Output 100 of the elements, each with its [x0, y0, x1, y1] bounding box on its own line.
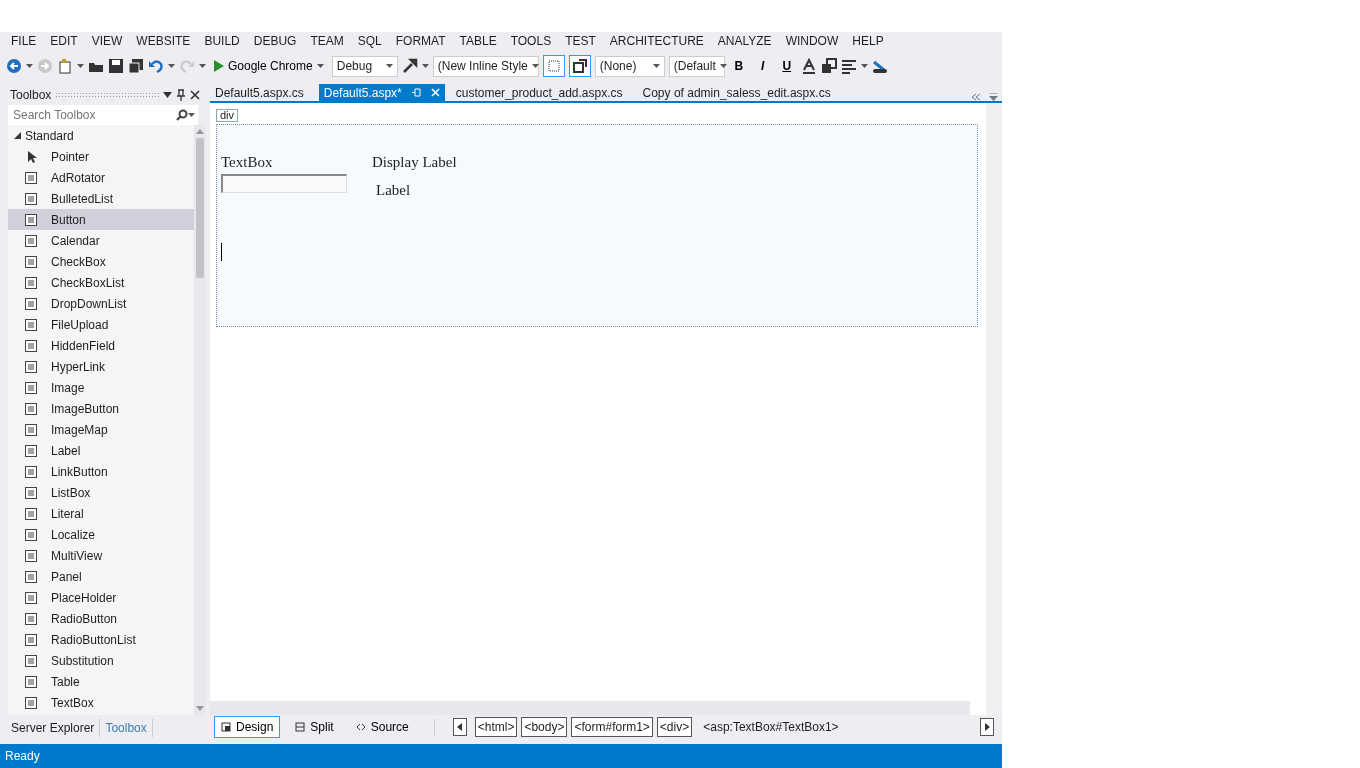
- menu-item[interactable]: WINDOW: [778, 33, 846, 49]
- control-list-item[interactable]: PlaceHolder: [8, 587, 194, 608]
- control-list-item[interactable]: CheckBox: [8, 251, 194, 272]
- tool-window-tab[interactable]: Toolbox: [100, 719, 153, 737]
- control-list-item[interactable]: Localize: [8, 524, 194, 545]
- menu-item[interactable]: FORMAT: [388, 33, 453, 49]
- control-list-item[interactable]: Table: [8, 671, 194, 692]
- layer-icon[interactable]: [820, 58, 837, 74]
- control-list-item[interactable]: ImageButton: [8, 398, 194, 419]
- group-header[interactable]: Standard: [8, 125, 194, 146]
- view-tab[interactable]: Design: [214, 716, 281, 738]
- control-list-item[interactable]: Image: [8, 377, 194, 398]
- control-icon: [25, 633, 37, 646]
- menu-item[interactable]: TOOLS: [503, 33, 559, 49]
- font-color-icon[interactable]: [800, 58, 817, 74]
- control-list-item[interactable]: DropDownList: [8, 293, 194, 314]
- document-tab[interactable]: Default5.aspx.cs: [210, 84, 309, 101]
- control-icon: [25, 507, 37, 520]
- control-list-item[interactable]: Literal: [8, 503, 194, 524]
- target-rule-dropdown[interactable]: (None): [594, 55, 665, 77]
- scrollbar[interactable]: [194, 125, 206, 715]
- item-label: Localize: [51, 526, 96, 544]
- menu-item[interactable]: HELP: [845, 33, 891, 49]
- control-list-item[interactable]: ImageMap: [8, 419, 194, 440]
- cursor-icon: [25, 150, 37, 163]
- dropdown-arrow-icon[interactable]: [163, 91, 172, 98]
- menu-item[interactable]: VIEW: [84, 33, 130, 49]
- bold-button[interactable]: B: [728, 55, 749, 77]
- underline-button[interactable]: U: [776, 55, 797, 77]
- display-label: Display Label: [372, 153, 457, 172]
- save-all-icon[interactable]: [128, 58, 144, 74]
- overflow-icon[interactable]: [971, 93, 981, 101]
- menu-item[interactable]: TEAM: [303, 33, 351, 49]
- view-tab[interactable]: Split: [288, 716, 341, 738]
- menu-item[interactable]: SQL: [350, 33, 389, 49]
- caret-icon: [188, 113, 195, 117]
- run-button[interactable]: Google Chrome: [210, 55, 328, 77]
- control-list-item[interactable]: FileUpload: [8, 314, 194, 335]
- control-icon: [25, 612, 37, 625]
- breadcrumb-tag[interactable]: <html>: [474, 717, 518, 737]
- control-list-item[interactable]: Button: [8, 209, 194, 230]
- item-label: Pointer: [51, 148, 90, 166]
- menu-item[interactable]: ARCHITECTURE: [602, 33, 711, 49]
- control-list-item[interactable]: CheckBoxList: [8, 272, 194, 293]
- control-icon: [25, 591, 37, 604]
- horizontal-scrollbar[interactable]: [210, 701, 970, 715]
- scroll-left-button[interactable]: [452, 718, 467, 736]
- control-list-item[interactable]: HiddenField: [8, 335, 194, 356]
- breadcrumb-tag[interactable]: <body>: [521, 717, 568, 737]
- control-list-item[interactable]: AdRotator: [8, 167, 194, 188]
- back-icon[interactable]: [6, 58, 22, 74]
- control-list-item[interactable]: RadioButton: [8, 608, 194, 629]
- save-icon[interactable]: [108, 58, 124, 74]
- control-list-item[interactable]: Label: [8, 440, 194, 461]
- font-dropdown[interactable]: (Default: [668, 55, 725, 77]
- menu-item[interactable]: TEST: [558, 33, 603, 49]
- toggle-button[interactable]: [542, 55, 565, 77]
- scrollbar-thumb[interactable]: [196, 138, 204, 278]
- control-list-item[interactable]: RadioButtonList: [8, 629, 194, 650]
- search-icon[interactable]: [176, 109, 188, 121]
- tool-window-tab[interactable]: Server Explorer: [6, 719, 101, 737]
- control-list-item[interactable]: TextBox: [8, 692, 194, 713]
- control-icon: [25, 675, 37, 688]
- view-tab[interactable]: Source: [348, 716, 416, 738]
- control-icon: [25, 465, 37, 478]
- align-icon[interactable]: [840, 58, 857, 74]
- control-list-item[interactable]: ListBox: [8, 482, 194, 503]
- control-list-item[interactable]: MultiView: [8, 545, 194, 566]
- caret-icon: [652, 64, 660, 68]
- breadcrumb-tag[interactable]: <div>: [656, 717, 693, 737]
- control-list-item[interactable]: LinkButton: [8, 461, 194, 482]
- breadcrumb-tag[interactable]: <form#form1>: [571, 717, 653, 737]
- item-label: Label: [51, 442, 81, 460]
- style-dropdown[interactable]: (New Inline Style: [432, 55, 539, 77]
- menu-item[interactable]: TABLE: [452, 33, 504, 49]
- toggle-button[interactable]: [568, 55, 591, 77]
- menu-item[interactable]: ANALYZE: [710, 33, 779, 49]
- menu-item[interactable]: FILE: [4, 33, 44, 49]
- menu-item[interactable]: BUILD: [197, 33, 247, 49]
- control-list-item[interactable]: Calendar: [8, 230, 194, 251]
- control-list-item[interactable]: HyperLink: [8, 356, 194, 377]
- configuration-dropdown[interactable]: Debug: [331, 55, 398, 77]
- menu-item[interactable]: DEBUG: [246, 33, 304, 49]
- item-label: DropDownList: [51, 295, 127, 313]
- control-list-item[interactable]: Substitution: [8, 650, 194, 671]
- text-input[interactable]: [221, 173, 347, 193]
- close-icon[interactable]: [190, 89, 200, 100]
- scroll-right-button[interactable]: [980, 718, 994, 736]
- menu-icon[interactable]: [989, 93, 998, 101]
- control-list-item[interactable]: BulletedList: [8, 188, 194, 209]
- document-tab[interactable]: customer_product_add.aspx.cs: [450, 84, 628, 101]
- control-list-item[interactable]: Panel: [8, 566, 194, 587]
- vertical-scrollbar[interactable]: [986, 103, 1002, 715]
- document-tab[interactable]: Copy of admin_saless_edit.aspx.cs: [637, 84, 836, 101]
- menu-item[interactable]: WEBSITE: [129, 33, 198, 49]
- italic-button[interactable]: I: [752, 55, 773, 77]
- control-list-item[interactable]: Pointer: [8, 146, 194, 167]
- undo-icon[interactable]: [148, 58, 164, 74]
- item-label: PlaceHolder: [51, 589, 117, 607]
- menu-item[interactable]: EDIT: [43, 33, 85, 49]
